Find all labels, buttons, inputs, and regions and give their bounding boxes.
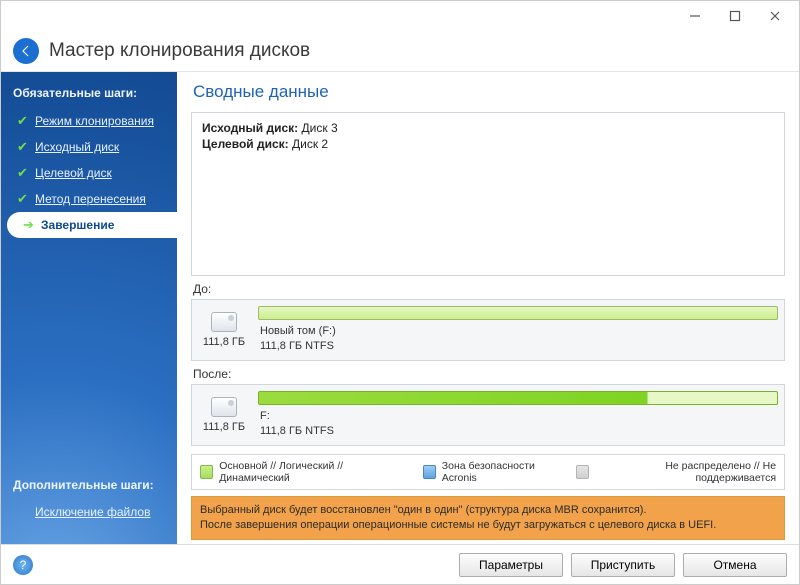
legend-security: Зона безопасности Acronis xyxy=(442,460,564,484)
page-title: Сводные данные xyxy=(193,82,785,102)
swatch-security xyxy=(423,465,436,479)
before-partition-details: 111,8 ГБ NTFS xyxy=(260,339,778,354)
close-button[interactable] xyxy=(755,2,795,30)
after-partition-name: F: xyxy=(260,409,778,424)
after-label: После: xyxy=(193,367,785,381)
additional-steps-label: Дополнительные шаги: xyxy=(1,474,177,500)
step-move-method[interactable]: ✔ Метод перенесения xyxy=(1,186,177,212)
before-label: До: xyxy=(193,282,785,296)
step-label: Завершение xyxy=(41,218,114,232)
step-label: Целевой диск xyxy=(35,166,112,180)
after-partition-bar[interactable] xyxy=(258,391,778,405)
after-partition-details: 111,8 ГБ NTFS xyxy=(260,424,778,439)
disk-icon xyxy=(211,312,237,332)
sidebar: Обязательные шаги: ✔ Режим клонирования … xyxy=(1,72,177,544)
main-panel: Сводные данные Исходный диск: Диск 3 Цел… xyxy=(177,72,799,544)
disk-icon xyxy=(211,397,237,417)
step-label: Исключение файлов xyxy=(35,505,150,519)
proceed-button[interactable]: Приступить xyxy=(571,553,675,577)
params-button[interactable]: Параметры xyxy=(459,553,563,577)
before-partition-name: Новый том (F:) xyxy=(260,324,778,339)
step-label: Исходный диск xyxy=(35,140,119,154)
check-icon: ✔ xyxy=(17,165,29,181)
cancel-button[interactable]: Отмена xyxy=(683,553,787,577)
after-disk-size: 111,8 ГБ xyxy=(203,421,245,433)
step-source-disk[interactable]: ✔ Исходный диск xyxy=(1,134,177,160)
minimize-button[interactable] xyxy=(675,2,715,30)
legend-unallocated: Не распределено // Не поддерживается xyxy=(595,460,776,484)
maximize-button[interactable] xyxy=(715,2,755,30)
step-exclude-files[interactable]: Исключение файлов xyxy=(1,500,177,524)
check-icon: ✔ xyxy=(17,113,29,129)
step-label: Режим клонирования xyxy=(35,114,154,128)
swatch-unallocated xyxy=(576,465,589,479)
warning-line-2: После завершения операции операционные с… xyxy=(200,518,776,533)
wizard-title: Мастер клонирования дисков xyxy=(49,40,310,62)
after-disk-box: 111,8 ГБ F: 111,8 ГБ NTFS xyxy=(191,384,785,446)
before-disk-box: 111,8 ГБ Новый том (F:) 111,8 ГБ NTFS xyxy=(191,299,785,361)
swatch-primary xyxy=(200,465,213,479)
target-disk-value: Диск 2 xyxy=(292,137,328,151)
warning-box: Выбранный диск будет восстановлен "один … xyxy=(191,496,785,540)
before-partition-bar[interactable] xyxy=(258,306,778,320)
target-disk-label: Целевой диск: xyxy=(202,137,289,151)
required-steps-label: Обязательные шаги: xyxy=(1,82,177,108)
step-target-disk[interactable]: ✔ Целевой диск xyxy=(1,160,177,186)
help-button[interactable]: ? xyxy=(13,555,33,575)
legend-row: Основной // Логический // Динамический З… xyxy=(191,454,785,490)
warning-line-1: Выбранный диск будет восстановлен "один … xyxy=(200,503,776,518)
back-button[interactable] xyxy=(13,38,39,64)
step-clone-mode[interactable]: ✔ Режим клонирования xyxy=(1,108,177,134)
check-icon: ✔ xyxy=(17,139,29,155)
source-disk-value: Диск 3 xyxy=(302,121,338,135)
arrow-right-icon: ➔ xyxy=(23,217,35,233)
check-icon: ✔ xyxy=(17,191,29,207)
step-label: Метод перенесения xyxy=(35,192,146,206)
source-disk-label: Исходный диск: xyxy=(202,121,298,135)
summary-box: Исходный диск: Диск 3 Целевой диск: Диск… xyxy=(191,112,785,276)
before-disk-size: 111,8 ГБ xyxy=(203,336,245,348)
legend-primary: Основной // Логический // Динамический xyxy=(219,460,403,484)
step-finish[interactable]: ➔ Завершение xyxy=(7,212,177,238)
